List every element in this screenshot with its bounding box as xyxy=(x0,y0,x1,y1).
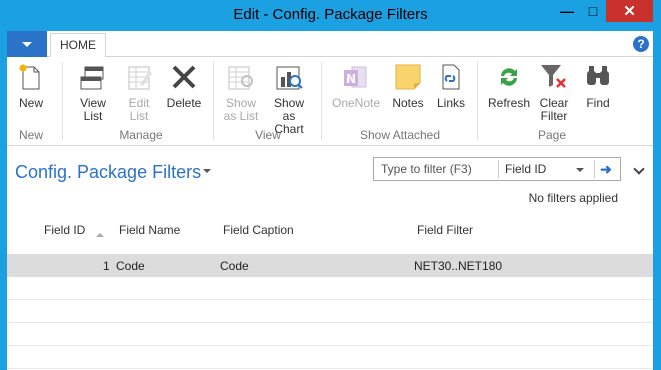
group-label-show-attached: Show Attached xyxy=(359,128,441,142)
empty-row[interactable] xyxy=(7,300,653,323)
links-label: Links xyxy=(436,96,465,110)
delete-label: Delete xyxy=(166,96,202,110)
new-button[interactable]: New xyxy=(13,61,49,110)
show-as-chart-button[interactable]: Show as Chart xyxy=(265,61,313,136)
empty-row[interactable] xyxy=(7,323,653,346)
help-icon[interactable]: ? xyxy=(633,36,649,52)
collapse-chevron-icon[interactable] xyxy=(633,163,645,175)
onenote-icon: N xyxy=(340,61,372,93)
grid-header: Field ID Field Name Field Caption Field … xyxy=(7,218,653,242)
separator xyxy=(321,62,322,140)
view-list-label: View List xyxy=(80,96,106,123)
client-area: HOME ? New New View List Edit List Delet… xyxy=(7,31,653,370)
filter-input[interactable] xyxy=(374,158,498,180)
clear-filter-button[interactable]: Clear Filter xyxy=(535,61,573,123)
find-icon xyxy=(582,61,614,93)
find-button[interactable]: Find xyxy=(581,61,615,110)
clear-filter-label: Clear Filter xyxy=(539,96,569,123)
group-label-page: Page xyxy=(537,128,567,142)
cell-field-caption[interactable]: Code xyxy=(220,259,249,273)
edit-list-icon xyxy=(123,61,155,93)
column-header-field-name[interactable]: Field Name xyxy=(119,223,180,237)
delete-button[interactable]: Delete xyxy=(164,61,204,110)
delete-icon xyxy=(168,61,200,93)
clear-filter-icon xyxy=(538,61,570,93)
separator xyxy=(477,62,478,140)
empty-row[interactable] xyxy=(7,277,653,300)
notes-button[interactable]: Notes xyxy=(390,61,426,110)
arrow-right-icon[interactable]: ➜ xyxy=(600,161,616,177)
new-icon xyxy=(15,61,47,93)
onenote-label: OneNote xyxy=(331,96,381,110)
maximize-button[interactable]: □ xyxy=(580,0,606,22)
minimize-button[interactable]: — xyxy=(554,0,580,22)
app-menu-button[interactable] xyxy=(7,31,47,57)
filter-status: No filters applied xyxy=(528,191,618,205)
divider xyxy=(594,160,595,178)
cell-field-filter[interactable]: NET30..NET180 xyxy=(414,259,502,273)
onenote-button[interactable]: N OneNote xyxy=(330,61,382,110)
separator xyxy=(62,62,63,140)
view-list-button[interactable]: View List xyxy=(75,61,111,123)
new-label: New xyxy=(18,96,43,110)
column-header-field-id[interactable]: Field ID xyxy=(44,223,85,237)
refresh-label: Refresh xyxy=(487,96,531,110)
cell-field-name[interactable]: Code xyxy=(116,259,145,273)
refresh-button[interactable]: Refresh xyxy=(486,61,532,110)
chevron-down-icon[interactable] xyxy=(203,169,211,173)
close-button[interactable]: ✕ xyxy=(606,0,653,22)
separator xyxy=(213,62,214,140)
refresh-icon xyxy=(493,61,525,93)
chevron-down-icon[interactable] xyxy=(576,168,584,172)
app-window: Edit - Config. Package Filters — □ ✕ HOM… xyxy=(0,0,661,370)
edit-list-label: Edit List xyxy=(128,96,150,123)
tab-home[interactable]: HOME xyxy=(50,33,106,58)
show-as-list-icon xyxy=(225,61,257,93)
ribbon: New New View List Edit List Delete Manag… xyxy=(7,57,653,146)
edit-list-button[interactable]: Edit List xyxy=(121,61,157,123)
cell-field-id[interactable]: 1 xyxy=(103,259,110,273)
column-header-field-filter[interactable]: Field Filter xyxy=(417,223,473,237)
sort-ascending-icon xyxy=(96,233,104,237)
empty-row[interactable] xyxy=(7,346,653,369)
group-label-manage: Manage xyxy=(119,128,163,142)
ribbon-tabs: HOME ? xyxy=(7,31,653,58)
svg-text:N: N xyxy=(346,72,356,86)
filter-box: Field ID ➜ xyxy=(373,157,621,181)
filter-field-select[interactable]: Field ID xyxy=(505,162,546,176)
links-button[interactable]: Links xyxy=(434,61,468,110)
page-title[interactable]: Config. Package Filters xyxy=(15,162,201,183)
column-header-field-caption[interactable]: Field Caption xyxy=(223,223,294,237)
find-label: Find xyxy=(586,96,610,110)
table-row[interactable]: 1 Code Code NET30..NET180 xyxy=(7,254,653,277)
view-list-icon xyxy=(77,61,109,93)
group-label-new: New xyxy=(18,128,43,142)
show-as-chart-icon xyxy=(273,61,305,93)
links-icon xyxy=(435,61,467,93)
show-as-list-label: Show as List xyxy=(223,96,259,123)
divider xyxy=(498,160,499,178)
title-bar: Edit - Config. Package Filters — □ ✕ xyxy=(0,0,661,31)
notes-icon xyxy=(392,61,424,93)
notes-label: Notes xyxy=(392,96,424,110)
group-label-view: View xyxy=(255,128,281,142)
show-as-list-button[interactable]: Show as List xyxy=(222,61,260,123)
